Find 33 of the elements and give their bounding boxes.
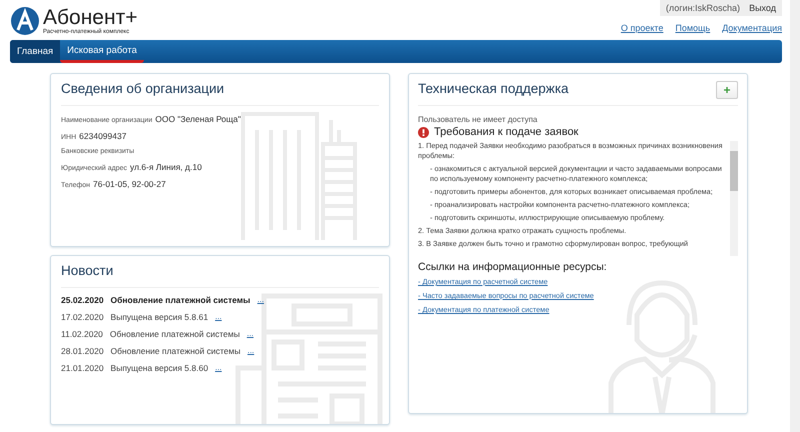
news-title: Выпущена версия 5.8.60 [110, 363, 208, 373]
nav-tab[interactable]: Исковая работа [60, 40, 144, 63]
news-date: 11.02.2020 [61, 329, 103, 339]
header-link[interactable]: О проекте [620, 23, 664, 33]
news-title: Обновление платежной системы [110, 329, 240, 339]
links-title: Ссылки на информационные ресурсы: [418, 261, 608, 273]
news-title: Обновление платежной системы [110, 295, 250, 305]
scrollbar[interactable] [730, 141, 738, 256]
news-title: Выпущена версия 5.8.61 [110, 312, 208, 322]
header-link[interactable]: Документация [722, 23, 782, 33]
news-date: 25.02.2020 [61, 295, 104, 305]
news-date: 28.01.2020 [61, 346, 104, 356]
news-date: 17.02.2020 [61, 312, 104, 322]
more-link[interactable]: ... [247, 346, 254, 356]
logout-link[interactable]: Выход [749, 3, 776, 13]
requirements-title: Требования к подаче заявок [434, 126, 578, 138]
more-link[interactable]: ... [246, 329, 254, 339]
add-button[interactable]: + [716, 80, 738, 98]
news-date: 21.01.2020 [61, 363, 104, 373]
card-title: Техническая поддержка [418, 80, 569, 98]
card-title: Новости [61, 256, 379, 288]
more-link[interactable]: ... [215, 363, 222, 373]
alert-icon [418, 126, 429, 138]
more-link[interactable]: ... [215, 312, 222, 322]
access-note: Пользователь не имеет доступа [418, 115, 538, 124]
nav-tab[interactable]: Главная [10, 40, 60, 63]
header-link[interactable]: Помощь [675, 23, 710, 33]
logo-icon [10, 6, 40, 36]
card-title: Сведения об организации [61, 74, 379, 106]
more-link[interactable]: ... [257, 295, 264, 305]
user-login: (логин:IskRoscha) [666, 3, 740, 13]
logo-title: Абонент+ [43, 7, 138, 29]
news-title: Обновление платежной системы [110, 346, 240, 356]
